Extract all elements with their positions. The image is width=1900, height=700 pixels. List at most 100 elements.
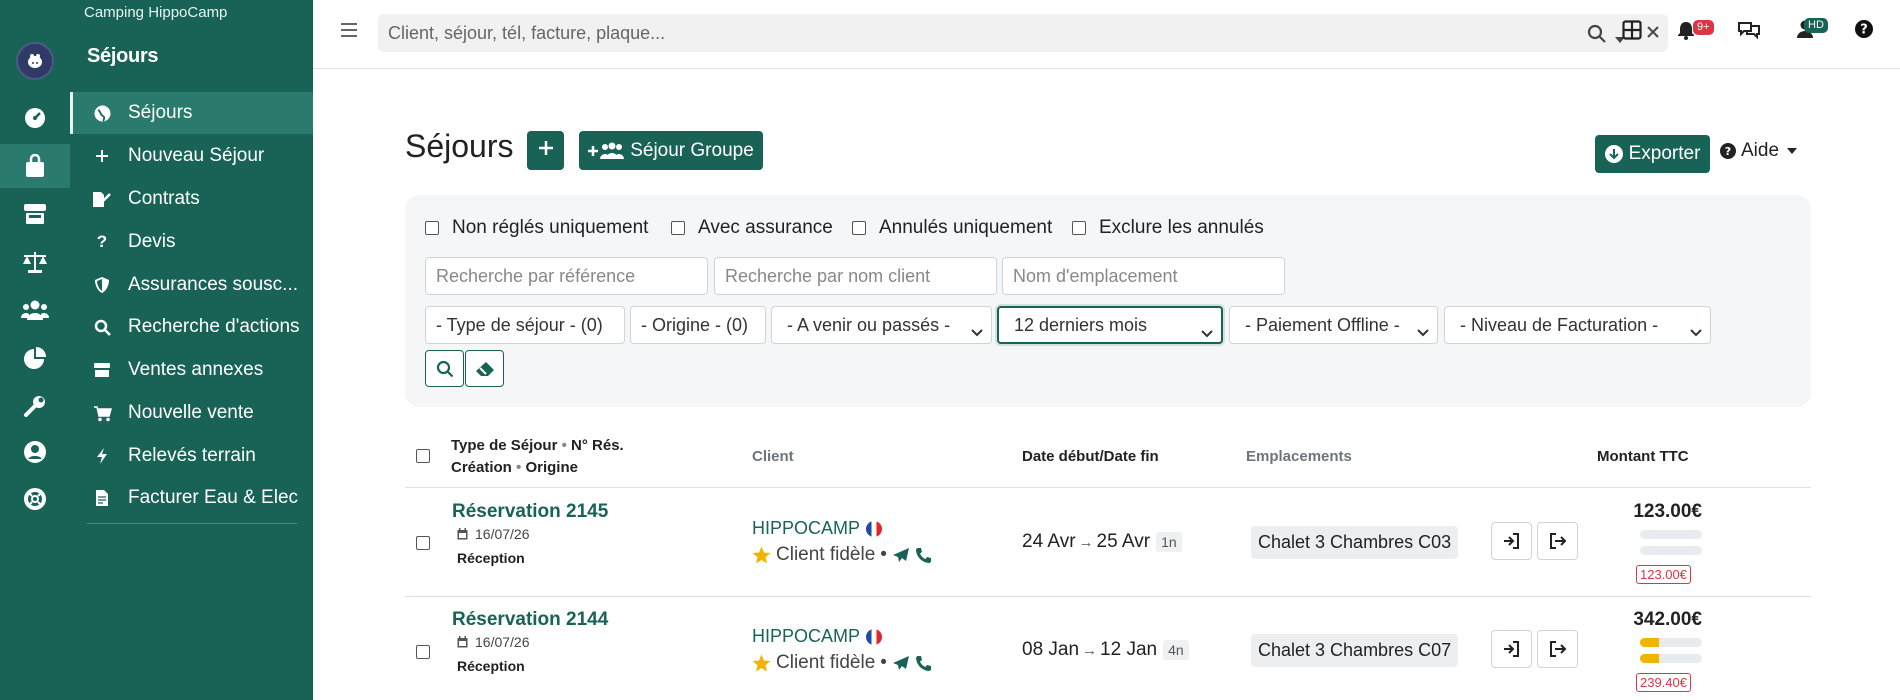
dashboard-icon[interactable] xyxy=(0,96,70,140)
row-checkbox[interactable] xyxy=(416,645,430,659)
chat-icon[interactable] xyxy=(1737,20,1761,45)
avenir-passes-select[interactable]: - A venir ou passés - xyxy=(771,306,992,344)
checkbox[interactable] xyxy=(425,221,439,235)
sidebar-item-devis[interactable]: ? Devis xyxy=(70,221,313,263)
col-header-dates[interactable]: Date début/Date fin xyxy=(1022,448,1159,465)
client-link[interactable]: HIPPOCAMP xyxy=(752,626,883,647)
plus-icon xyxy=(538,140,554,162)
col-header-montant[interactable]: Montant TTC xyxy=(1597,448,1689,465)
table-header-divider xyxy=(405,487,1811,488)
global-search-input[interactable] xyxy=(388,14,1538,52)
filter-avec-assurance[interactable]: Avec assurance xyxy=(671,217,833,239)
type-sejour-select[interactable]: - Type de séjour - (0) xyxy=(425,306,625,344)
checkbox[interactable] xyxy=(671,221,685,235)
users-icon[interactable] xyxy=(0,288,70,332)
icon-rail xyxy=(0,0,70,700)
reservation-link[interactable]: Réservation 2144 xyxy=(452,609,608,631)
payment-progress-bar xyxy=(1640,530,1702,539)
checkbox[interactable] xyxy=(1072,221,1086,235)
search-icon[interactable] xyxy=(1587,24,1606,48)
end-date: 12 Jan xyxy=(1100,639,1158,660)
sidebar-item-label: Ventes annexes xyxy=(128,359,264,380)
niveau-facturation-select[interactable]: - Niveau de Facturation - xyxy=(1444,306,1711,344)
period-select[interactable]: 12 derniers mois xyxy=(997,306,1223,344)
pitch-badge[interactable]: Chalet 3 Chambres C07 xyxy=(1251,634,1459,667)
page-title: Séjours xyxy=(405,128,514,164)
checkbox[interactable] xyxy=(852,221,866,235)
send-email-icon[interactable] xyxy=(892,547,910,563)
client-search-input[interactable] xyxy=(714,257,997,295)
help-icon: ? xyxy=(1720,143,1736,159)
wrench-icon[interactable] xyxy=(0,384,70,428)
pitch-search-input[interactable] xyxy=(1002,257,1285,295)
check-out-button[interactable] xyxy=(1537,630,1578,668)
payment-progress-fill xyxy=(1640,654,1659,663)
filter-exclure-annules[interactable]: Exclure les annulés xyxy=(1072,217,1264,239)
globe-icon xyxy=(90,105,114,122)
sidebar-item-assurances[interactable]: Assurances sousc... xyxy=(70,264,313,306)
check-in-button[interactable] xyxy=(1491,630,1532,668)
paiement-offline-select[interactable]: - Paiement Offline - xyxy=(1229,306,1438,344)
creation-date: 16/07/26 xyxy=(457,634,530,650)
col-header-client[interactable]: Client xyxy=(752,448,794,465)
amount-ttc: 123.00€ xyxy=(1633,501,1702,522)
header-type-label: Type de Séjour xyxy=(451,437,558,454)
sidebar-item-recherche-actions[interactable]: Recherche d'actions xyxy=(70,306,313,348)
creation-date: 16/07/26 xyxy=(457,526,530,542)
select-all-checkbox[interactable] xyxy=(416,449,430,463)
client-status: Client fidèle • xyxy=(752,652,932,674)
origine-select[interactable]: - Origine - (0) xyxy=(630,306,766,344)
phone-icon[interactable] xyxy=(915,655,932,672)
hippo-logo-icon[interactable] xyxy=(16,42,54,80)
export-button[interactable]: Exporter xyxy=(1595,135,1710,173)
select-value: - Origine - (0) xyxy=(641,314,749,335)
notification-badge: 9+ xyxy=(1693,20,1714,35)
phone-icon[interactable] xyxy=(915,547,932,564)
select-value: - Paiement Offline - xyxy=(1245,314,1400,335)
add-sejour-button[interactable] xyxy=(527,131,564,170)
send-email-icon[interactable] xyxy=(892,655,910,671)
check-out-button[interactable] xyxy=(1537,522,1578,560)
user-circle-icon[interactable] xyxy=(0,430,70,474)
client-link[interactable]: HIPPOCAMP xyxy=(752,518,883,539)
sidebar-item-facturer-eau-elec[interactable]: Facturer Eau & Elec xyxy=(70,477,313,519)
row-divider xyxy=(405,596,1811,597)
checkbox-label: Non réglés uniquement xyxy=(452,217,649,238)
start-date: 24 Avr xyxy=(1022,531,1076,552)
filter-search-button[interactable] xyxy=(425,350,464,387)
close-icon[interactable] xyxy=(1645,24,1661,45)
filter-reset-button[interactable] xyxy=(465,350,504,387)
sidebar-item-ventes-annexes[interactable]: Ventes annexes xyxy=(70,349,313,391)
invoice-icon xyxy=(90,489,114,507)
reference-search-input[interactable] xyxy=(425,257,708,295)
grid-icon[interactable] xyxy=(1622,20,1642,45)
sidebar-item-contrats[interactable]: Contrats xyxy=(70,178,313,220)
sidebar-item-releves-terrain[interactable]: Relevés terrain xyxy=(70,435,313,477)
balance-scale-icon[interactable] xyxy=(0,240,70,284)
sidebar-item-sejours[interactable]: Séjours xyxy=(70,92,313,134)
search-icon xyxy=(90,319,114,336)
store-icon[interactable] xyxy=(0,192,70,236)
arrow-right-icon: → xyxy=(1078,533,1094,551)
star-icon xyxy=(752,546,771,564)
hamburger-menu-icon[interactable] xyxy=(340,22,358,43)
sejour-groupe-label: Séjour Groupe xyxy=(630,139,754,161)
check-in-button[interactable] xyxy=(1491,522,1532,560)
help-icon[interactable]: ? xyxy=(1855,20,1873,43)
lifebuoy-icon[interactable] xyxy=(0,477,70,521)
row-checkbox[interactable] xyxy=(416,536,430,550)
pie-chart-icon[interactable] xyxy=(0,336,70,380)
filter-non-regles[interactable]: Non réglés uniquement xyxy=(425,217,648,239)
aide-dropdown[interactable]: ? Aide xyxy=(1720,140,1798,162)
shopping-bag-icon[interactable] xyxy=(0,144,70,188)
sejour-groupe-button[interactable]: Séjour Groupe xyxy=(579,131,763,170)
origin-label: Réception xyxy=(457,550,525,566)
stay-dates: 08 Jan → 12 Jan 4n xyxy=(1022,639,1189,661)
sidebar-item-nouvelle-vente[interactable]: Nouvelle vente xyxy=(70,392,313,434)
sidebar-item-nouveau-sejour[interactable]: Nouveau Séjour xyxy=(70,135,313,177)
sign-in-icon xyxy=(1502,532,1521,550)
star-icon xyxy=(752,654,771,672)
filter-annules[interactable]: Annulés uniquement xyxy=(852,217,1052,239)
reservation-link[interactable]: Réservation 2145 xyxy=(452,501,608,523)
pitch-badge[interactable]: Chalet 3 Chambres C03 xyxy=(1251,526,1459,559)
